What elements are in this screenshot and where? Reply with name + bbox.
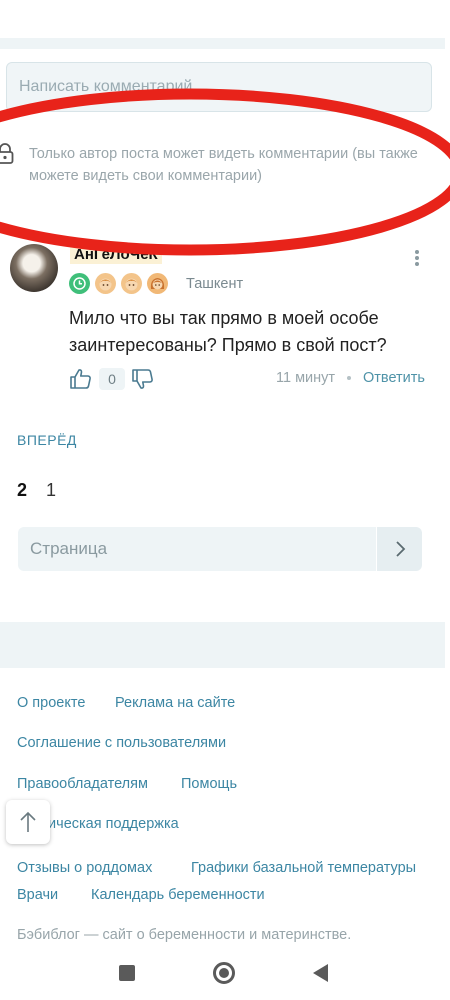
page-number-input[interactable] xyxy=(18,527,376,571)
footer-link-doctors[interactable]: Врачи xyxy=(17,887,58,903)
thumbs-down-icon[interactable] xyxy=(131,367,155,391)
clock-badge-icon xyxy=(69,273,90,294)
home-icon[interactable] xyxy=(213,962,235,984)
comments-visibility-notice: Только автор поста может видеть коммента… xyxy=(29,146,418,184)
user-badges xyxy=(69,273,168,295)
comment-input[interactable] xyxy=(6,62,432,112)
footer-link-help[interactable]: Помощь xyxy=(181,776,237,792)
footer-link-calendar[interactable]: Календарь беременности xyxy=(91,887,265,903)
footer-link-reviews[interactable]: Отзывы о роддомах xyxy=(17,860,152,876)
more-options-icon[interactable] xyxy=(409,248,425,270)
thumbs-up-icon[interactable] xyxy=(69,367,93,391)
comment-author-name[interactable]: АнГеЛоЧеК xyxy=(70,246,162,264)
footer-site-description: Бэбиблог — сайт о беременности и материн… xyxy=(17,927,352,943)
scroll-to-top-button[interactable] xyxy=(6,800,50,844)
footer-divider-band xyxy=(0,622,445,668)
arrow-up-icon xyxy=(20,811,36,832)
go-to-page-button[interactable] xyxy=(377,527,422,571)
separator-dot xyxy=(347,376,351,380)
top-divider-band xyxy=(0,38,445,49)
author-city: Ташкент xyxy=(186,276,244,292)
girl-badge-icon xyxy=(147,273,168,294)
page-link-1[interactable]: 1 xyxy=(46,480,56,501)
boy-badge-icon xyxy=(121,273,142,294)
reply-link[interactable]: Ответить xyxy=(363,370,425,386)
footer-link-about[interactable]: О проекте xyxy=(17,695,85,711)
footer-link-ads[interactable]: Реклама на сайте xyxy=(115,695,235,711)
forward-link[interactable]: ВПЕРЁД xyxy=(17,432,77,448)
comment-body: Мило что вы так прямо в моей особе заинт… xyxy=(69,308,387,355)
footer-link-agreement[interactable]: Соглашение с пользователями xyxy=(17,735,226,751)
footer-link-rights[interactable]: Правообладателям xyxy=(17,776,148,792)
boy-badge-icon xyxy=(95,273,116,294)
avatar[interactable] xyxy=(10,244,58,292)
chevron-right-icon xyxy=(395,541,405,557)
back-icon[interactable] xyxy=(313,964,328,982)
footer-link-charts[interactable]: Графики базальной температуры xyxy=(191,860,416,876)
recents-icon[interactable] xyxy=(119,965,135,981)
comment-timestamp: 11 минут xyxy=(276,370,336,386)
lock-icon xyxy=(0,143,14,164)
current-page-number: 2 xyxy=(17,480,28,500)
like-count: 0 xyxy=(99,368,125,390)
